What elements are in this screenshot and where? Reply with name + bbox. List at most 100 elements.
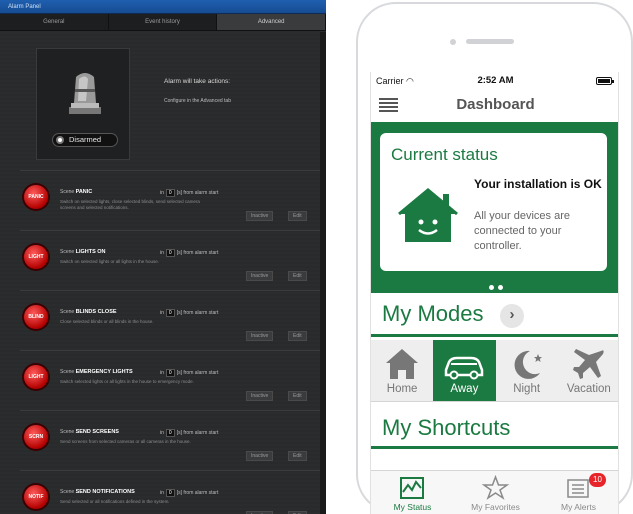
from-label: [s] from alarm start: [176, 430, 219, 436]
disarmed-label: Disarmed: [69, 135, 102, 144]
scrollbar[interactable]: [320, 32, 326, 514]
status-bar: Carrier ◠ 2:52 AM: [371, 72, 618, 88]
seconds-input[interactable]: 0: [165, 249, 175, 257]
blinds-icon: BLIND: [24, 305, 48, 329]
mode-label: Home: [386, 383, 418, 395]
disarmed-button[interactable]: Disarmed: [52, 133, 118, 147]
siren-box: Disarmed: [36, 48, 130, 160]
from-label: [s] from alarm start: [176, 310, 219, 316]
scene-description: Switch on selected lights or all lights …: [60, 259, 160, 264]
seconds-input[interactable]: 0: [165, 189, 175, 197]
modes-row: Home Away Night Vacation: [371, 340, 618, 402]
house-icon: [386, 349, 418, 379]
star-icon: [481, 475, 510, 500]
seconds-input[interactable]: 0: [165, 309, 175, 317]
lights-icon: LIGHT: [24, 245, 48, 269]
tab-my-status[interactable]: My Status: [371, 471, 454, 514]
scene-prefix: Scene: [60, 309, 75, 315]
status-heading: Your installation is OK: [474, 177, 602, 191]
status-carousel[interactable]: Current status Your installation is OK A…: [371, 122, 618, 293]
window-title: Alarm Panel: [0, 0, 326, 14]
alerts-icon: [567, 479, 589, 498]
screenshot-root: Alarm Panel General Event history Advanc…: [0, 0, 633, 514]
scene-prefix: Scene: [60, 489, 75, 495]
alarm-body: Disarmed Alarm will take actions: Config…: [0, 32, 326, 514]
scene-timer: in 0 [s] from alarm start: [160, 189, 218, 197]
edit-button[interactable]: Edit: [288, 331, 307, 341]
tab-label: My Favorites: [471, 502, 520, 512]
inactive-button[interactable]: Inactive: [246, 271, 274, 281]
inactive-button[interactable]: Inactive: [246, 331, 274, 341]
scene-name: Scene PANIC: [60, 189, 92, 195]
edit-button[interactable]: Edit: [288, 451, 307, 461]
mode-label: Away: [450, 383, 479, 395]
status-title: Current status: [391, 145, 498, 164]
tab-bar: My Status My Favorites 10 My Alerts: [371, 470, 618, 514]
scene-title: LIGHTS ON: [75, 249, 106, 255]
emergency-lights-icon: LIGHT: [24, 365, 48, 389]
status-card: Current status Your installation is OK A…: [380, 133, 607, 271]
edit-button[interactable]: Edit: [288, 211, 307, 221]
from-label: [s] from alarm start: [176, 370, 219, 376]
page-dot: [488, 285, 494, 290]
chevron-right-icon[interactable]: ›: [500, 304, 524, 328]
edit-button[interactable]: Edit: [288, 271, 307, 281]
page-dot: [497, 285, 503, 290]
scene-name: Scene LIGHTS ON: [60, 249, 106, 255]
alarm-panel-window: Alarm Panel General Event history Advanc…: [0, 0, 326, 514]
scene-name: Scene BLINDS CLOSE: [60, 309, 117, 315]
scene-prefix: Scene: [60, 369, 75, 375]
scene-title: SEND NOTIFICATIONS: [75, 489, 135, 495]
mode-away[interactable]: Away: [433, 340, 496, 401]
in-label: in: [160, 310, 164, 316]
mode-label: Vacation: [566, 383, 611, 395]
mode-vacation[interactable]: Vacation: [558, 340, 618, 401]
from-label: [s] from alarm start: [176, 250, 219, 256]
scene-timer: in 0 [s] from alarm start: [160, 369, 218, 377]
scene-prefix: Scene: [60, 189, 75, 195]
scene-row: SCRN Scene SEND SCREENS Send screens fro…: [20, 410, 320, 466]
screens-icon: SCRN: [24, 425, 48, 449]
shortcuts-header: My Shortcuts: [371, 403, 618, 449]
tab-my-favorites[interactable]: My Favorites: [454, 471, 537, 514]
panic-icon: PANIC: [24, 185, 48, 209]
status-body: All your devices are connected to your c…: [474, 210, 570, 252]
scene-row: LIGHT Scene LIGHTS ON Switch on selected…: [20, 230, 320, 286]
scene-description: Close selected blinds or all blinds in t…: [60, 319, 154, 324]
seconds-input[interactable]: 0: [165, 429, 175, 437]
scene-description: Send selected or all notifications defin…: [60, 499, 170, 504]
modes-title: My Modes: [382, 301, 484, 326]
in-label: in: [160, 250, 164, 256]
car-icon: [445, 356, 484, 380]
actions-subtitle: Configure in the Advanced tab: [164, 98, 231, 104]
happy-house-icon: [398, 188, 458, 242]
edit-button[interactable]: Edit: [288, 391, 307, 401]
inactive-button[interactable]: Inactive: [246, 211, 274, 221]
tab-my-alerts[interactable]: 10 My Alerts: [537, 471, 618, 514]
tab-advanced[interactable]: Advanced: [217, 14, 326, 30]
in-label: in: [160, 370, 164, 376]
scene-title: SEND SCREENS: [75, 429, 119, 435]
scene-timer: in 0 [s] from alarm start: [160, 249, 218, 257]
actions-title: Alarm will take actions:: [164, 78, 231, 85]
scene-timer: in 0 [s] from alarm start: [160, 489, 218, 497]
seconds-input[interactable]: 0: [165, 369, 175, 377]
tab-event-history[interactable]: Event history: [109, 14, 218, 30]
from-label: [s] from alarm start: [176, 190, 219, 196]
scene-name: Scene SEND SCREENS: [60, 429, 119, 435]
mode-night[interactable]: Night: [496, 340, 558, 401]
seconds-input[interactable]: 0: [165, 489, 175, 497]
mode-home[interactable]: Home: [371, 340, 433, 401]
speaker-grille: [466, 39, 514, 44]
scene-title: PANIC: [75, 189, 93, 195]
inactive-button[interactable]: Inactive: [246, 391, 274, 401]
modes-header: My Modes ›: [371, 293, 618, 337]
in-label: in: [160, 190, 164, 196]
inactive-button[interactable]: Inactive: [246, 451, 274, 461]
page-title: Dashboard: [456, 96, 535, 113]
tab-general[interactable]: General: [0, 14, 109, 30]
scene-row: NOTIF Scene SEND NOTIFICATIONS Send sele…: [20, 470, 320, 514]
nav-bar: Dashboard: [371, 88, 618, 122]
scene-name: Scene SEND NOTIFICATIONS: [60, 489, 135, 495]
scene-description: Switch on selected lights, close selecte…: [60, 199, 200, 210]
